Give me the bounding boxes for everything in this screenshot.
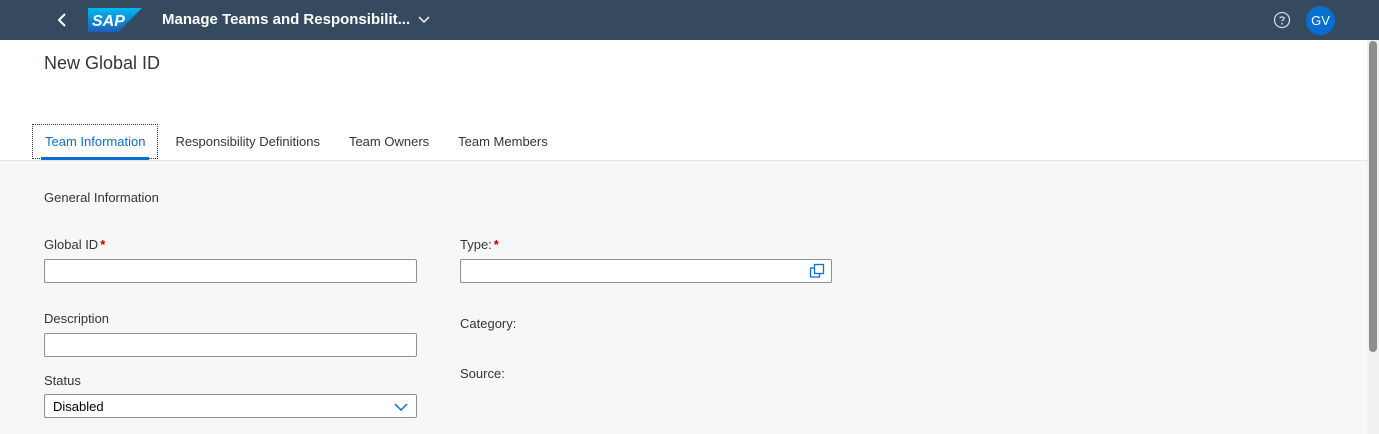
global-id-label: Global ID * xyxy=(44,237,105,252)
category-label: Category: xyxy=(460,316,517,331)
chevron-down-icon[interactable] xyxy=(394,401,408,413)
required-marker: * xyxy=(493,237,499,252)
back-button[interactable] xyxy=(48,6,76,34)
chevron-left-icon xyxy=(57,13,66,27)
value-help-icon[interactable] xyxy=(809,263,825,279)
help-button[interactable] xyxy=(1271,9,1293,31)
source-label: Source: xyxy=(460,366,505,381)
tab-bar: Team Information Responsibility Definiti… xyxy=(32,124,565,161)
chevron-down-icon xyxy=(418,15,430,24)
tab-team-members[interactable]: Team Members xyxy=(446,124,560,159)
description-label: Description xyxy=(44,311,110,326)
user-avatar[interactable]: GV xyxy=(1306,6,1335,35)
shell-bar: SAP Manage Teams and Responsibilit... GV xyxy=(0,0,1379,40)
status-select-value: Disabled xyxy=(53,398,104,414)
status-label: Status xyxy=(44,373,81,388)
section-title: General Information xyxy=(44,190,159,205)
tab-team-owners[interactable]: Team Owners xyxy=(337,124,441,159)
page-title: New Global ID xyxy=(44,53,161,73)
global-id-input[interactable] xyxy=(44,259,417,283)
app-title: Manage Teams and Responsibilit... xyxy=(162,11,411,28)
type-label-text: Type: xyxy=(460,237,492,252)
scrollbar-thumb[interactable] xyxy=(1369,41,1377,352)
logo-text: SAP xyxy=(92,13,125,30)
type-label: Type: * xyxy=(460,237,499,252)
help-icon xyxy=(1273,11,1291,29)
required-marker: * xyxy=(100,237,106,252)
vertical-scrollbar[interactable] xyxy=(1367,40,1379,434)
description-input[interactable] xyxy=(44,333,417,357)
app-title-menu[interactable]: Manage Teams and Responsibilit... xyxy=(162,11,430,28)
global-id-label-text: Global ID xyxy=(44,237,99,252)
sap-logo[interactable]: SAP xyxy=(88,8,142,32)
object-page-header: New Global ID Team Information Responsib… xyxy=(0,40,1367,161)
tab-team-information[interactable]: Team Information xyxy=(32,124,159,160)
type-input[interactable] xyxy=(460,259,832,283)
tab-responsibility-definitions[interactable]: Responsibility Definitions xyxy=(163,124,332,159)
status-select[interactable]: Disabled xyxy=(44,394,417,418)
